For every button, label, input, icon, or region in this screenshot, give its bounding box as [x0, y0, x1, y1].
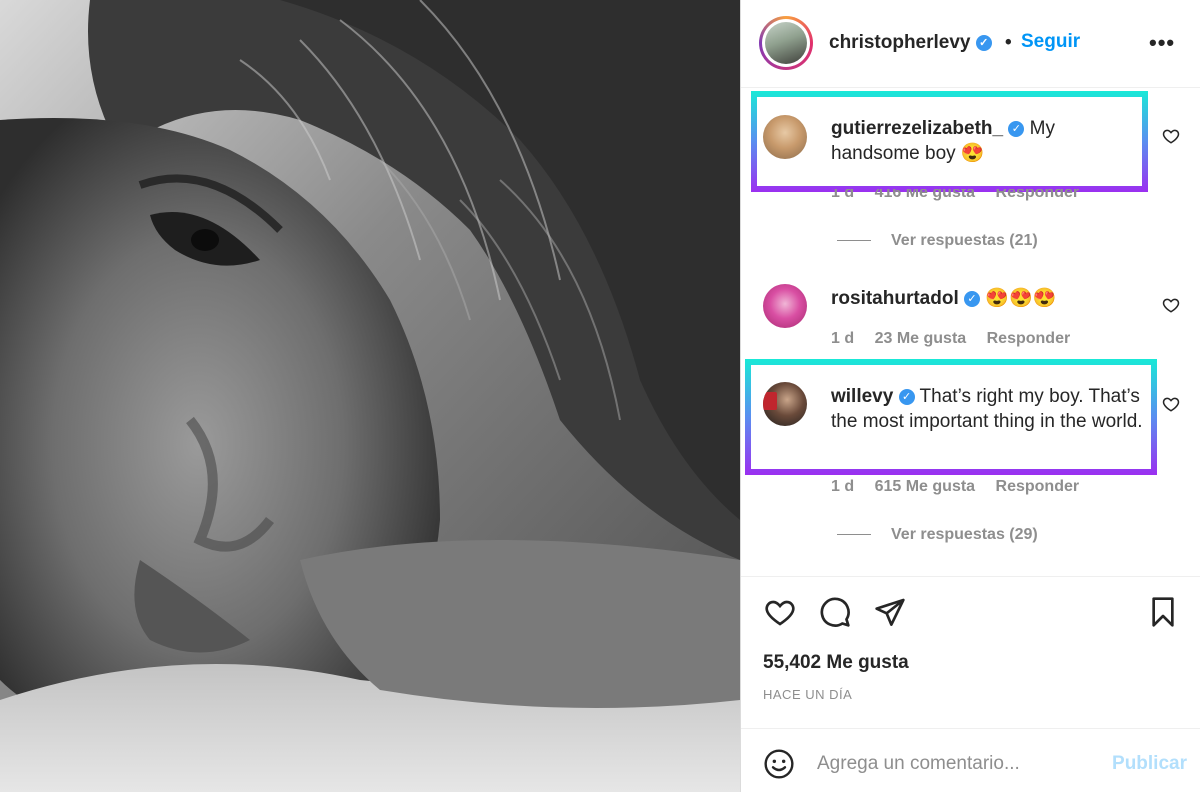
more-options-icon[interactable]: ••• — [1149, 30, 1175, 56]
commenter-username[interactable]: gutierrezelizabeth_ — [831, 118, 1003, 139]
comment-icon[interactable] — [819, 596, 851, 628]
post-photo-image — [0, 0, 740, 792]
comments-panel: christopherlevy ✓ • Seguir ••• gutierrez… — [740, 0, 1200, 792]
publish-button[interactable]: Publicar — [1112, 753, 1187, 775]
commenter-username[interactable]: willevy — [831, 386, 893, 407]
verified-badge-icon: ✓ — [898, 388, 915, 405]
bookmark-icon[interactable] — [1147, 596, 1179, 628]
comment-text: rositahurtadol ✓ 😍😍😍 — [831, 286, 1131, 311]
verified-badge-icon: ✓ — [975, 34, 992, 51]
comment-like-icon[interactable] — [1162, 296, 1180, 314]
comment-meta: 1 d 23 Me gusta Responder — [831, 330, 1086, 348]
likes-count[interactable]: 55,402 Me gusta — [763, 652, 909, 674]
emoji-icon[interactable] — [763, 748, 795, 780]
post-header: christopherlevy ✓ • Seguir ••• — [741, 0, 1200, 88]
commenter-avatar[interactable] — [763, 284, 807, 328]
view-replies-button[interactable]: Ver respuestas (29) — [837, 526, 1038, 544]
comment-age: 1 d — [831, 478, 855, 495]
heart-icon[interactable] — [763, 596, 797, 628]
replies-divider — [837, 534, 871, 536]
author-avatar[interactable] — [759, 16, 813, 70]
comment-composer: Agrega un comentario... Publicar — [741, 728, 1200, 793]
comment-like-icon[interactable] — [1162, 127, 1180, 145]
verified-badge-icon: ✓ — [964, 290, 981, 307]
comment-age: 1 d — [831, 330, 855, 347]
header-separator: • — [1005, 32, 1012, 53]
send-icon[interactable] — [874, 596, 906, 628]
comment-text: willevy ✓ That’s right my boy. That’s th… — [831, 384, 1143, 434]
instagram-post: christopherlevy ✓ • Seguir ••• gutierrez… — [0, 0, 1200, 792]
author-username[interactable]: christopherlevy ✓ — [829, 32, 992, 54]
commenter-avatar[interactable] — [763, 115, 807, 159]
action-bar — [741, 576, 1200, 577]
commenter-avatar[interactable] — [763, 382, 807, 426]
comment-body: 😍😍😍 — [985, 288, 1057, 309]
comment-text: gutierrezelizabeth_ ✓ My handsome boy 😍 — [831, 116, 1131, 166]
comment-likes-count[interactable]: 615 Me gusta — [875, 478, 975, 495]
follow-button[interactable]: Seguir — [1021, 31, 1080, 53]
replies-divider — [837, 240, 871, 242]
comment-like-icon[interactable] — [1162, 395, 1180, 413]
reply-button[interactable]: Responder — [987, 330, 1071, 347]
commenter-username[interactable]: rositahurtadol — [831, 288, 959, 309]
comment-input[interactable]: Agrega un comentario... — [817, 753, 1020, 775]
verified-badge-icon: ✓ — [1008, 120, 1025, 137]
post-time[interactable]: HACE UN DÍA — [763, 687, 852, 702]
comment-meta: 1 d 615 Me gusta Responder — [831, 478, 1095, 496]
reply-button[interactable]: Responder — [996, 478, 1080, 495]
post-photo[interactable] — [0, 0, 740, 792]
view-replies-button[interactable]: Ver respuestas (21) — [837, 232, 1038, 250]
comment-likes-count[interactable]: 23 Me gusta — [875, 330, 967, 347]
